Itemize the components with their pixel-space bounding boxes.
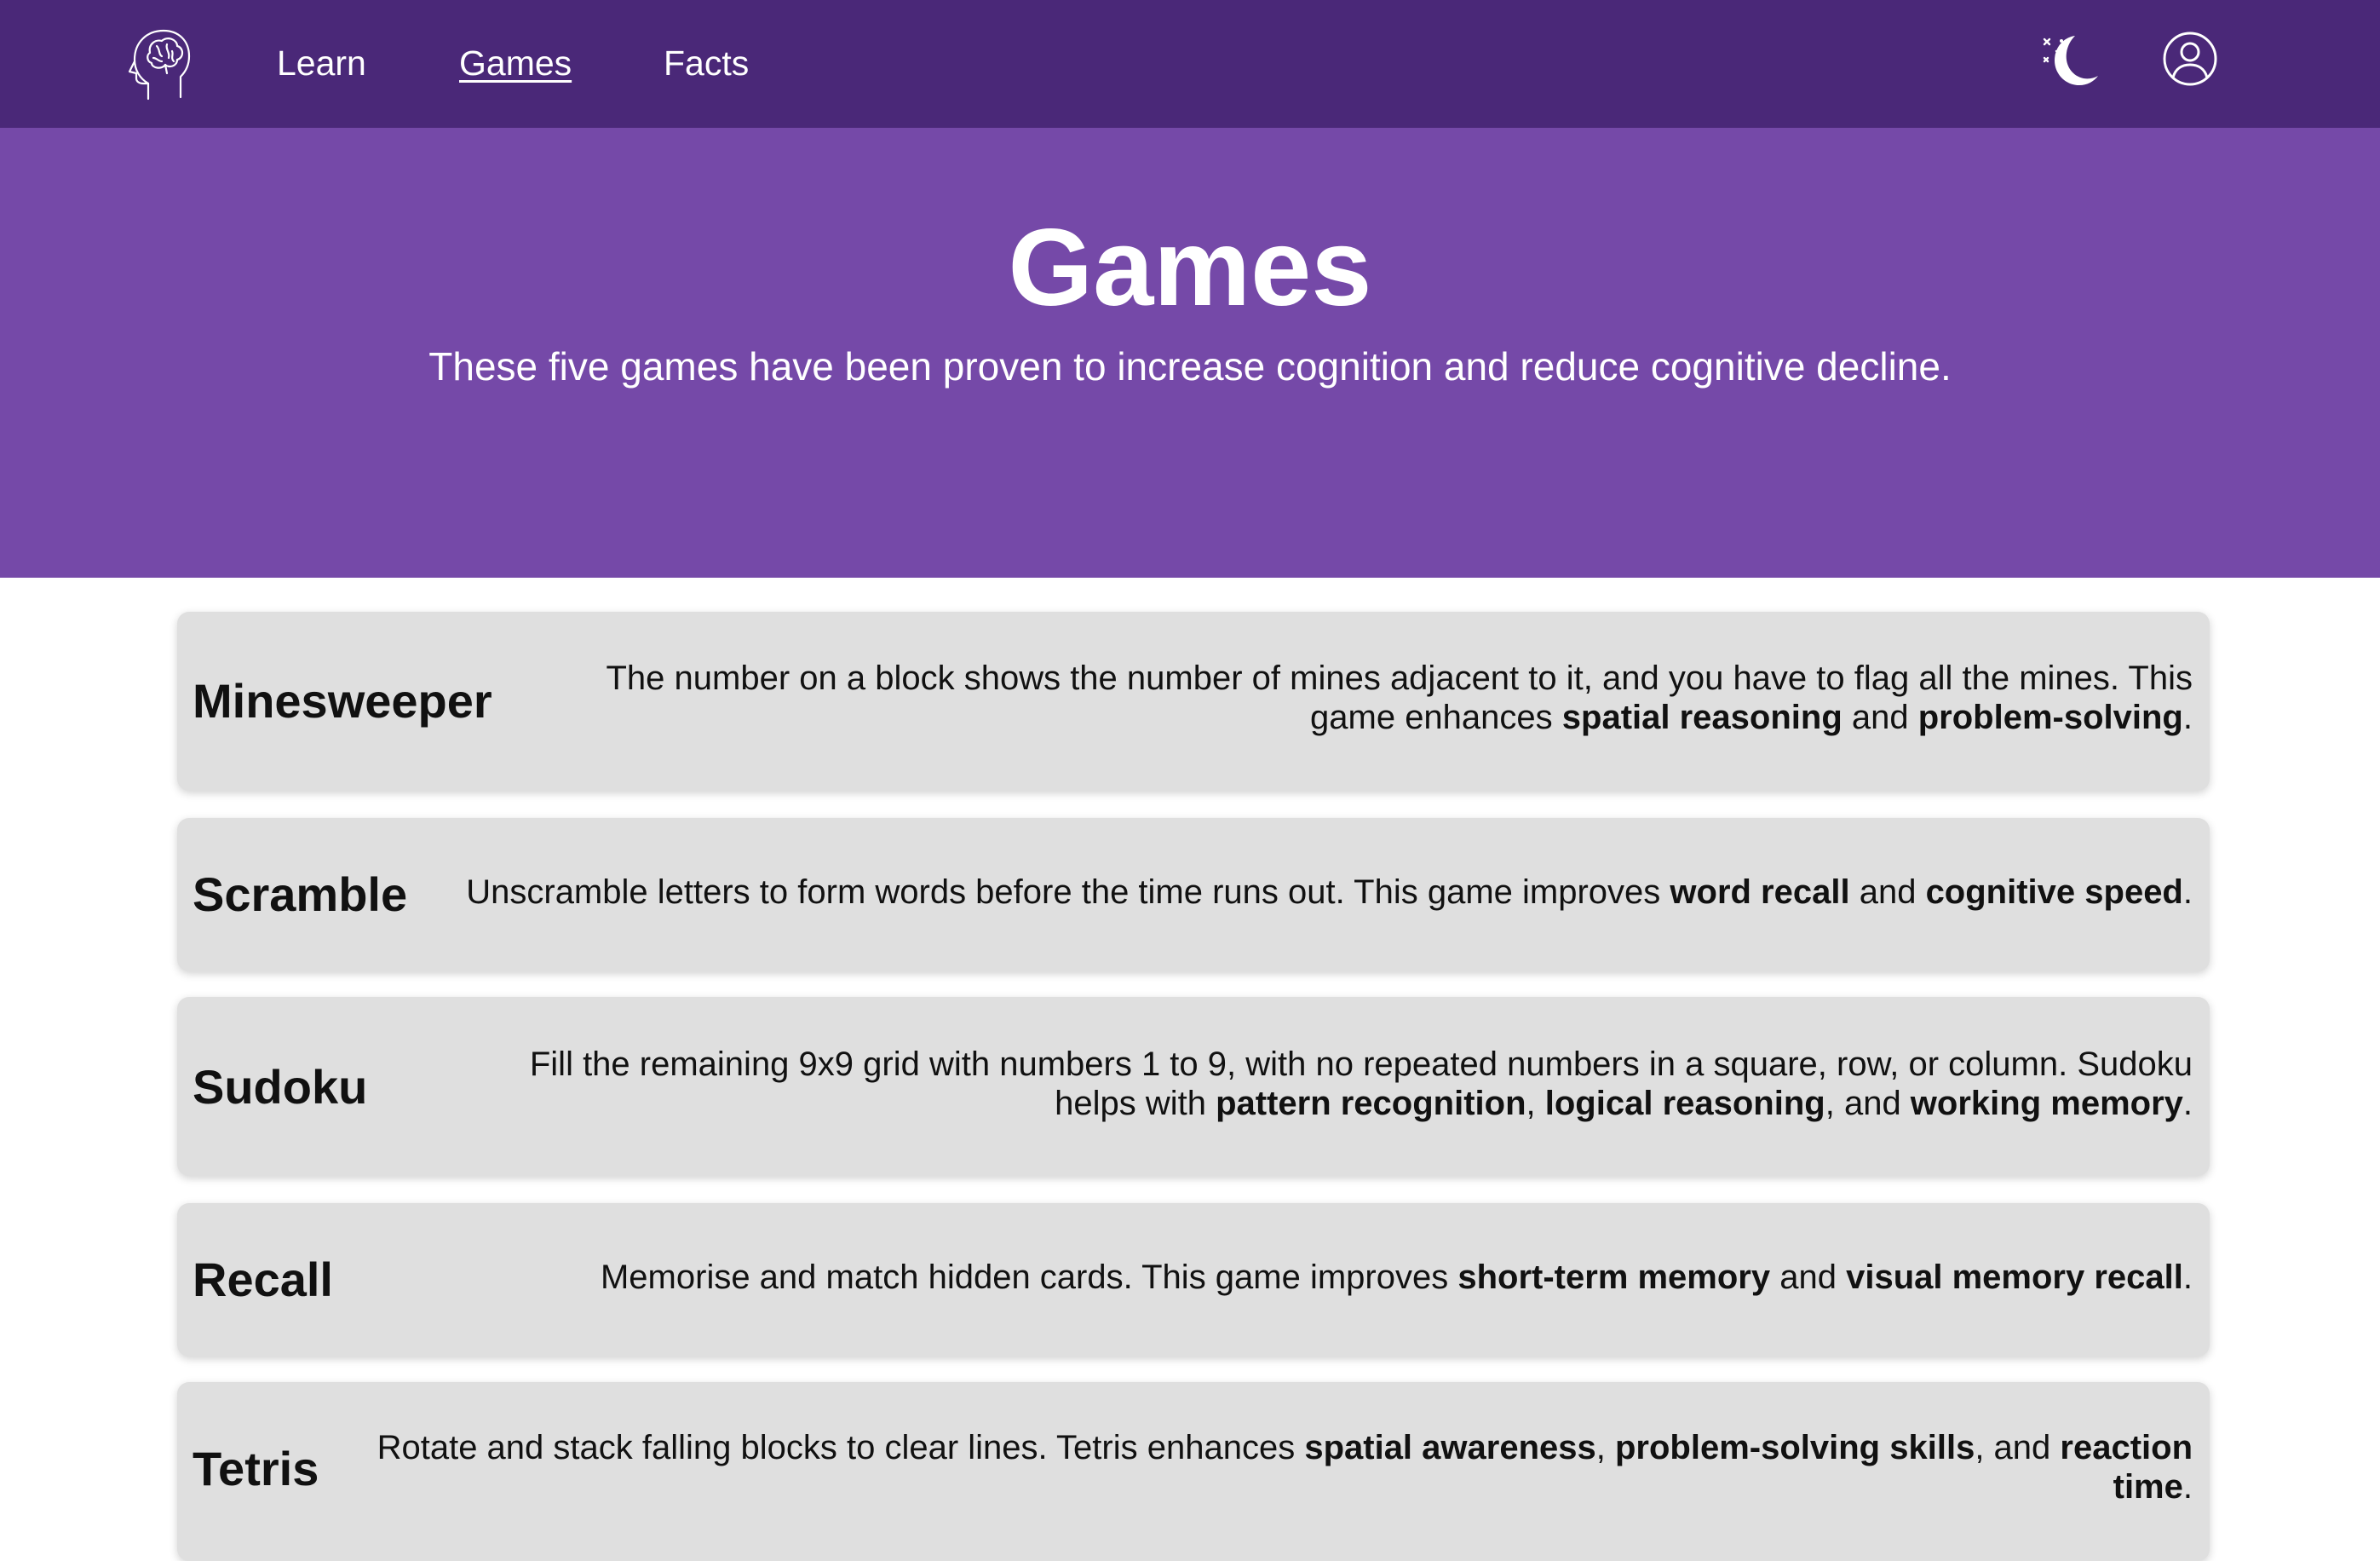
hero-banner: Games These five games have been proven … [0, 128, 2380, 578]
highlighted-skill: problem-solving skills [1614, 1429, 1975, 1466]
description-text: . [2182, 873, 2193, 911]
description-text: and [1849, 873, 1926, 911]
page-title: Games [1008, 207, 1372, 329]
moon-icon[interactable] [2038, 29, 2102, 94]
game-title: Scramble [193, 867, 408, 921]
highlighted-skill: word recall [1670, 873, 1850, 911]
highlighted-skill: cognitive speed [1925, 873, 2183, 911]
highlighted-skill: reaction time [2060, 1429, 2193, 1506]
highlighted-skill: working memory [1910, 1085, 2183, 1122]
nav-link-games[interactable]: Games [459, 39, 572, 87]
description-text: . [2182, 1085, 2193, 1122]
highlighted-skill: problem-solving [1917, 699, 2183, 736]
top-navbar: Learn Games Facts [0, 0, 2380, 128]
description-text: Memorise and match hidden cards. This ga… [600, 1259, 1458, 1296]
game-card-sudoku[interactable]: Sudoku Fill the remaining 9x9 grid with … [177, 997, 2210, 1176]
game-description: Unscramble letters to form words before … [404, 873, 2193, 912]
nav-link-facts[interactable]: Facts [664, 39, 749, 87]
highlighted-skill: spatial reasoning [1561, 699, 1842, 736]
description-text: Unscramble letters to form words before … [466, 873, 1670, 911]
game-description: The number on a block shows the number o… [574, 659, 2193, 737]
game-card-scramble[interactable]: Scramble Unscramble letters to form word… [177, 818, 2210, 971]
description-text: , [1526, 1085, 1545, 1122]
highlighted-skill: logical reasoning [1544, 1085, 1825, 1122]
description-text: , and [1825, 1085, 1911, 1122]
highlighted-skill: short-term memory [1457, 1259, 1771, 1296]
nav-link-learn[interactable]: Learn [277, 39, 366, 87]
description-text: . [2182, 1468, 2193, 1506]
description-text: , [1595, 1429, 1615, 1466]
game-card-recall[interactable]: Recall Memorise and match hidden cards. … [177, 1203, 2210, 1357]
game-description: Memorise and match hidden cards. This ga… [404, 1258, 2193, 1297]
description-text: . [2182, 699, 2193, 736]
game-title: Minesweeper [193, 674, 492, 728]
highlighted-skill: visual memory recall [1846, 1259, 2183, 1296]
description-text: . [2182, 1259, 2193, 1296]
game-card-minesweeper[interactable]: Minesweeper The number on a block shows … [177, 612, 2210, 791]
brain-head-icon[interactable] [128, 27, 193, 101]
description-text: , and [1975, 1429, 2061, 1466]
user-profile-icon[interactable] [2162, 31, 2218, 87]
game-card-tetris[interactable]: Tetris Rotate and stack falling blocks t… [177, 1382, 2210, 1561]
game-title: Sudoku [193, 1060, 368, 1114]
description-text: Rotate and stack falling blocks to clear… [377, 1429, 1305, 1466]
description-text: and [1842, 699, 1918, 736]
game-title: Recall [193, 1253, 333, 1306]
highlighted-skill: spatial awareness [1304, 1429, 1596, 1466]
game-description: Rotate and stack falling blocks to clear… [361, 1428, 2193, 1506]
game-description: Fill the remaining 9x9 grid with numbers… [446, 1045, 2193, 1123]
description-text: and [1770, 1259, 1847, 1296]
highlighted-skill: pattern recognition [1216, 1085, 1526, 1122]
page-subtitle: These five games have been proven to inc… [428, 344, 1952, 389]
game-title: Tetris [193, 1442, 319, 1495]
